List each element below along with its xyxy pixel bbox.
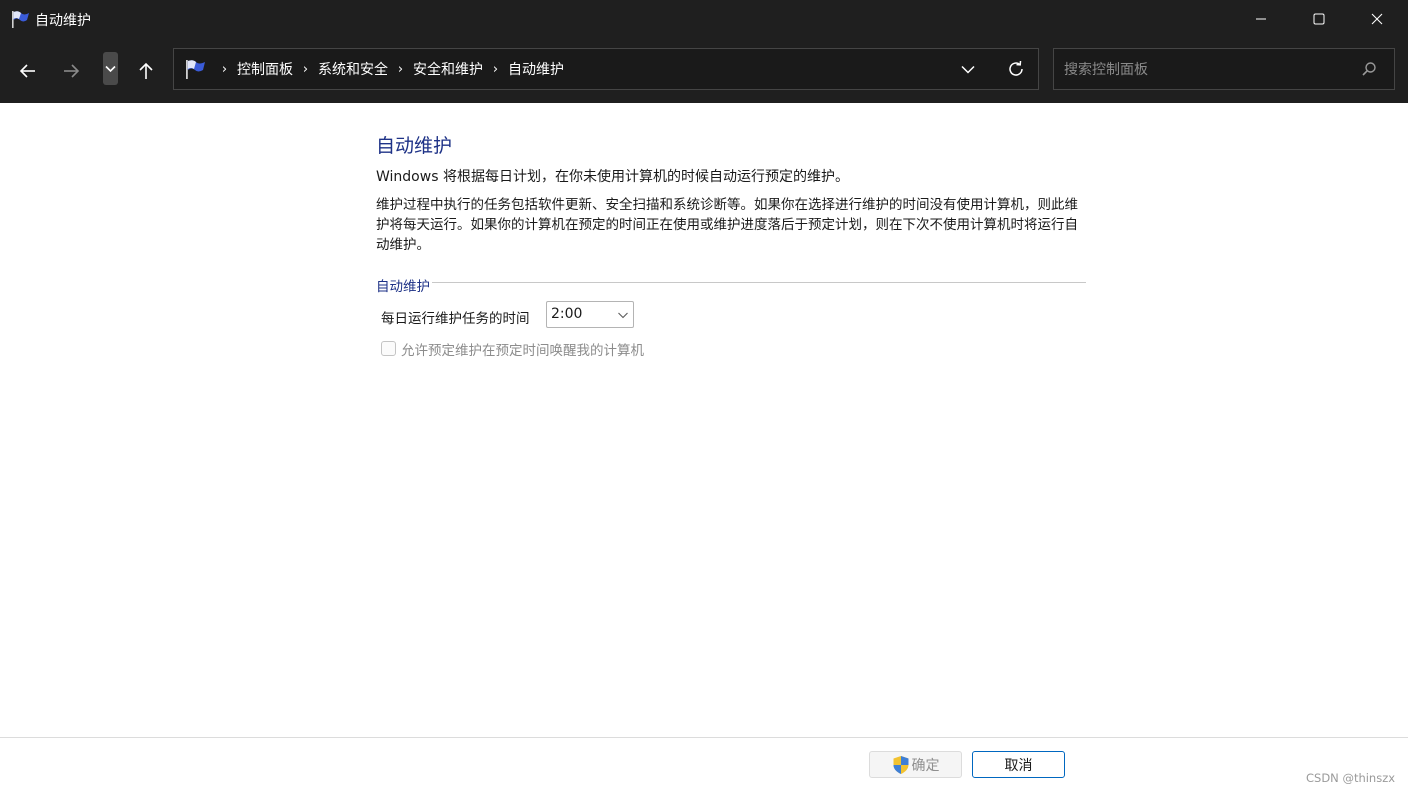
- wake-computer-label: 允许预定维护在预定时间唤醒我的计算机: [401, 343, 644, 359]
- address-history-button[interactable]: [956, 59, 980, 79]
- maintenance-time-label: 每日运行维护任务的时间: [381, 311, 530, 327]
- breadcrumb-control-panel[interactable]: 控制面板: [237, 59, 293, 79]
- cancel-button[interactable]: 取消: [972, 751, 1065, 778]
- up-button[interactable]: [129, 54, 163, 88]
- search-icon[interactable]: [1360, 60, 1378, 78]
- page-title: 自动维护: [376, 135, 453, 157]
- breadcrumb-separator: ›: [302, 61, 309, 77]
- address-bar[interactable]: › 控制面板 › 系统和安全 › 安全和维护 › 自动维护: [173, 48, 1039, 90]
- watermark-text: CSDN @thinszx: [1306, 771, 1396, 785]
- breadcrumb-system-security[interactable]: 系统和安全: [318, 59, 388, 79]
- breadcrumb-automatic-maintenance[interactable]: 自动维护: [508, 59, 564, 79]
- refresh-button[interactable]: [1004, 57, 1028, 81]
- breadcrumb-separator: ›: [492, 61, 499, 77]
- maintenance-time-value: 2:00: [551, 306, 583, 322]
- refresh-icon: [1009, 60, 1023, 76]
- maximize-button[interactable]: [1290, 0, 1348, 38]
- arrow-right-icon: [64, 64, 80, 78]
- arrow-left-icon: [19, 64, 35, 78]
- section-title: 自动维护: [376, 275, 432, 295]
- wake-computer-checkbox[interactable]: [381, 341, 396, 356]
- title-bar: 自动维护: [0, 0, 1408, 38]
- control-panel-flag-icon: [12, 11, 29, 28]
- search-input[interactable]: [1062, 57, 1356, 83]
- chevron-down-icon: [618, 312, 628, 319]
- breadcrumb-security-maintenance[interactable]: 安全和维护: [413, 59, 483, 79]
- search-box[interactable]: [1053, 48, 1395, 90]
- close-icon: [1371, 13, 1383, 25]
- description-text: 维护过程中执行的任务包括软件更新、安全扫描和系统诊断等。如果你在选择进行维护的时…: [376, 197, 1078, 253]
- recent-locations-button[interactable]: [103, 52, 118, 85]
- ok-button[interactable]: 确定: [869, 751, 962, 778]
- control-panel-flag-icon: [186, 60, 205, 79]
- chevron-down-icon: [961, 65, 975, 74]
- back-button[interactable]: [11, 54, 45, 88]
- arrow-up-icon: [139, 62, 153, 79]
- maintenance-time-select[interactable]: 2:00: [546, 301, 634, 328]
- minimize-icon: [1256, 18, 1266, 20]
- breadcrumb-separator: ›: [397, 61, 404, 77]
- chevron-down-icon: [105, 65, 116, 72]
- ok-button-label: 确定: [911, 757, 940, 774]
- window-title: 自动维护: [35, 13, 91, 29]
- forward-button[interactable]: [54, 54, 88, 88]
- cancel-button-label: 取消: [1004, 757, 1033, 774]
- breadcrumb-separator: ›: [221, 61, 228, 77]
- navigation-bar: › 控制面板 › 系统和安全 › 安全和维护 › 自动维护: [0, 38, 1408, 103]
- maximize-icon: [1313, 13, 1325, 25]
- uac-shield-icon: [893, 755, 908, 774]
- close-button[interactable]: [1348, 0, 1406, 38]
- intro-text: Windows 将根据每日计划，在你未使用计算机的时候自动运行预定的维护。: [376, 169, 849, 185]
- dialog-footer: 确定 取消 CSDN @thinszx: [0, 738, 1408, 793]
- section-divider: [376, 282, 1086, 283]
- minimize-button[interactable]: [1232, 0, 1290, 38]
- breadcrumb: › 控制面板 › 系统和安全 › 安全和维护 › 自动维护: [212, 49, 564, 89]
